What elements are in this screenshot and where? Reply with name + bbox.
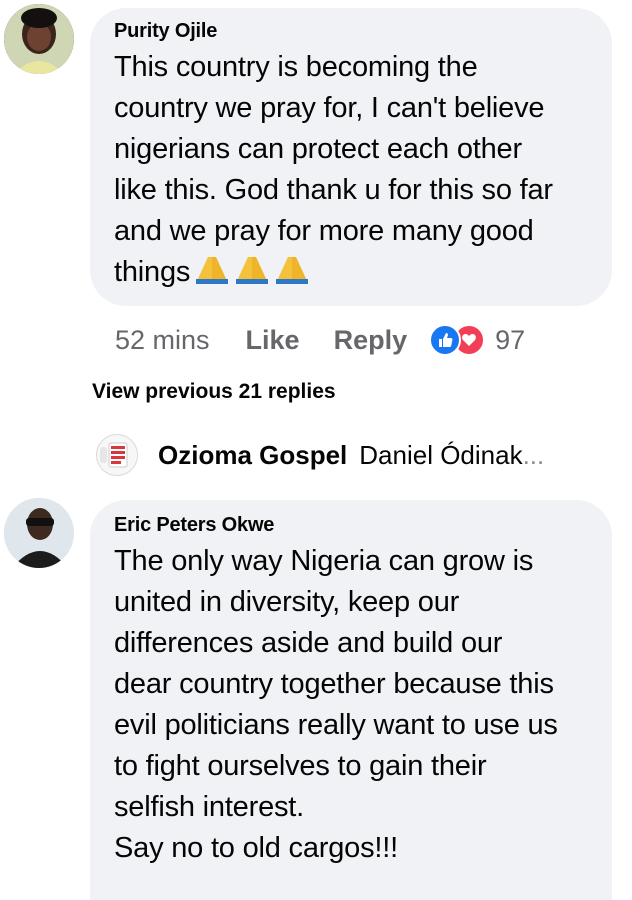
comment-bubble-1: Purity Ojile This country is becoming th… — [90, 8, 612, 306]
profile-photo-icon — [4, 4, 74, 74]
reply-button[interactable]: Reply — [334, 325, 408, 356]
avatar-purity-ojile[interactable] — [4, 4, 74, 74]
reply-author[interactable]: Ozioma Gospel — [158, 440, 347, 471]
like-button[interactable]: Like — [246, 325, 300, 356]
comment-text: The only way Nigeria can grow is united … — [114, 545, 558, 864]
folded-hands-icon — [196, 257, 229, 284]
comment-text: This country is becoming the country we … — [114, 51, 553, 288]
reactions-summary[interactable]: 97 — [429, 324, 525, 356]
folded-hands-icon — [192, 253, 310, 290]
avatar-ozioma-gospel[interactable] — [96, 434, 138, 476]
avatar-eric-peters-okwe[interactable] — [4, 498, 74, 568]
comment-bubble-2: Eric Peters Okwe The only way Nigeria ca… — [90, 500, 612, 900]
profile-photo-icon — [4, 498, 74, 568]
reaction-count: 97 — [495, 324, 526, 355]
view-previous-replies-link[interactable]: View previous 21 replies — [92, 380, 336, 404]
reply-snippet: Daniel Ódinak — [359, 439, 523, 470]
reply-ellipsis: ... — [522, 439, 545, 470]
comment-actions: 52 mins Like Reply 97 — [115, 318, 525, 362]
comment-author[interactable]: Purity Ojile — [114, 20, 588, 43]
reply-preview[interactable]: Ozioma Gospel Daniel Ódinak... — [96, 432, 544, 478]
comment-timestamp[interactable]: 52 mins — [115, 325, 210, 356]
profile-photo-icon — [97, 435, 137, 475]
like-icon — [429, 324, 462, 356]
comment-author[interactable]: Eric Peters Okwe — [114, 514, 588, 537]
